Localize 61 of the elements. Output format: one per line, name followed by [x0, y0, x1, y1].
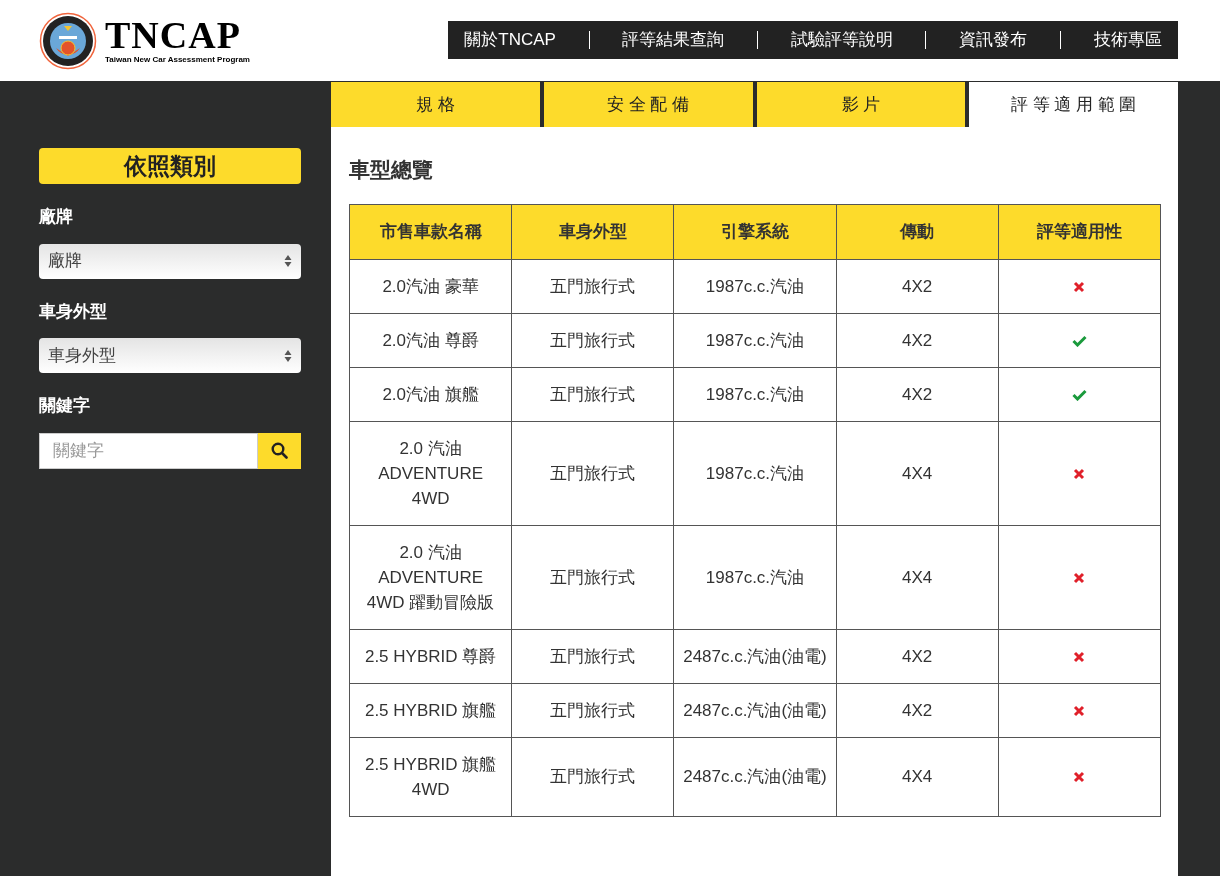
- table-cell: 4X2: [836, 259, 999, 313]
- column-header: 傳動: [836, 204, 999, 259]
- column-header: 車身外型: [511, 204, 674, 259]
- tab[interactable]: 影 片: [756, 82, 966, 127]
- logo-wordmark: TNCAP: [105, 15, 242, 54]
- table-cell: 4X2: [836, 313, 999, 367]
- tab[interactable]: 規 格: [331, 82, 540, 127]
- filter-label: 車身外型: [39, 300, 108, 323]
- table-cell: 五門旅行式: [511, 629, 674, 683]
- search-button[interactable]: [258, 432, 301, 469]
- section-title: 車型總覽: [349, 157, 434, 183]
- table-cell: 2.0汽油 豪華: [349, 259, 512, 313]
- nav-link[interactable]: 關於TNCAP: [464, 26, 556, 53]
- filter-label: 廠牌: [39, 206, 74, 228]
- table-cell: 1987c.c.汽油: [673, 525, 837, 629]
- table-cell: 4X2: [836, 683, 999, 737]
- nav-link[interactable]: 試驗評等說明: [790, 26, 893, 53]
- nav-link[interactable]: 技術專區: [1093, 26, 1162, 53]
- table-cell: 4X2: [836, 367, 999, 421]
- nav-link[interactable]: 資訊發布: [959, 26, 1028, 53]
- table-cell: 五門旅行式: [511, 313, 674, 367]
- table-cell: 1987c.c.汽油: [673, 313, 837, 367]
- table-cell: 2487c.c.汽油(油電): [673, 737, 837, 816]
- table-cell: 1987c.c.汽油: [673, 367, 837, 421]
- table-cell: 五門旅行式: [511, 683, 674, 737]
- keyword-input[interactable]: 關鍵字: [39, 432, 258, 469]
- table-cell: 1987c.c.汽油: [673, 421, 837, 525]
- table-cell: 五門旅行式: [511, 367, 674, 421]
- select-field[interactable]: 廠牌: [39, 243, 301, 279]
- table-cell: 4X2: [836, 629, 999, 683]
- column-header: 市售車款名稱: [349, 204, 512, 259]
- table-cell: 2.5 HYBRID 旗艦 4WD: [349, 737, 512, 816]
- tab[interactable]: 評 等 適 用 範 圍: [969, 82, 1178, 127]
- table-cell: 2.0 汽油 ADVENTURE 4WD: [349, 421, 512, 525]
- filter-label: 關鍵字: [39, 395, 91, 417]
- table-cell: 2487c.c.汽油(油電): [673, 683, 837, 737]
- column-header: 評等適用性: [998, 204, 1161, 259]
- dropdown-arrows-icon: [284, 348, 292, 363]
- table-cell: 2.0汽油 旗艦: [349, 367, 512, 421]
- table-cell: 4X4: [836, 421, 999, 525]
- search-icon: [271, 442, 288, 459]
- dropdown-arrows-icon: [284, 254, 292, 268]
- table-cell: 4X4: [836, 737, 999, 816]
- table-cell: 4X4: [836, 525, 999, 629]
- table-cell: 五門旅行式: [511, 421, 674, 525]
- tab[interactable]: 安 全 配 備: [543, 82, 753, 127]
- logo-tagline: Taiwan New Car Assessment Program: [105, 53, 250, 66]
- table-cell: 五門旅行式: [511, 737, 674, 816]
- table-cell: 2.0汽油 尊爵: [349, 313, 512, 367]
- table-cell: 2.0 汽油 ADVENTURE 4WD 躍動冒險版: [349, 525, 512, 629]
- table-cell: 2487c.c.汽油(油電): [673, 629, 837, 683]
- table-cell: 2.5 HYBRID 旗艦: [349, 683, 512, 737]
- select-field[interactable]: 車身外型: [39, 338, 301, 373]
- emblem-logo-icon: [39, 11, 97, 70]
- table-cell: 1987c.c.汽油: [673, 259, 837, 313]
- nav-link[interactable]: 評等結果查詢: [622, 26, 725, 53]
- category-title: 依照類別: [39, 148, 301, 184]
- table-cell: 五門旅行式: [511, 259, 674, 313]
- table-cell: 2.5 HYBRID 尊爵: [349, 629, 512, 683]
- table-cell: 五門旅行式: [511, 525, 674, 629]
- column-header: 引擎系統: [673, 204, 837, 259]
